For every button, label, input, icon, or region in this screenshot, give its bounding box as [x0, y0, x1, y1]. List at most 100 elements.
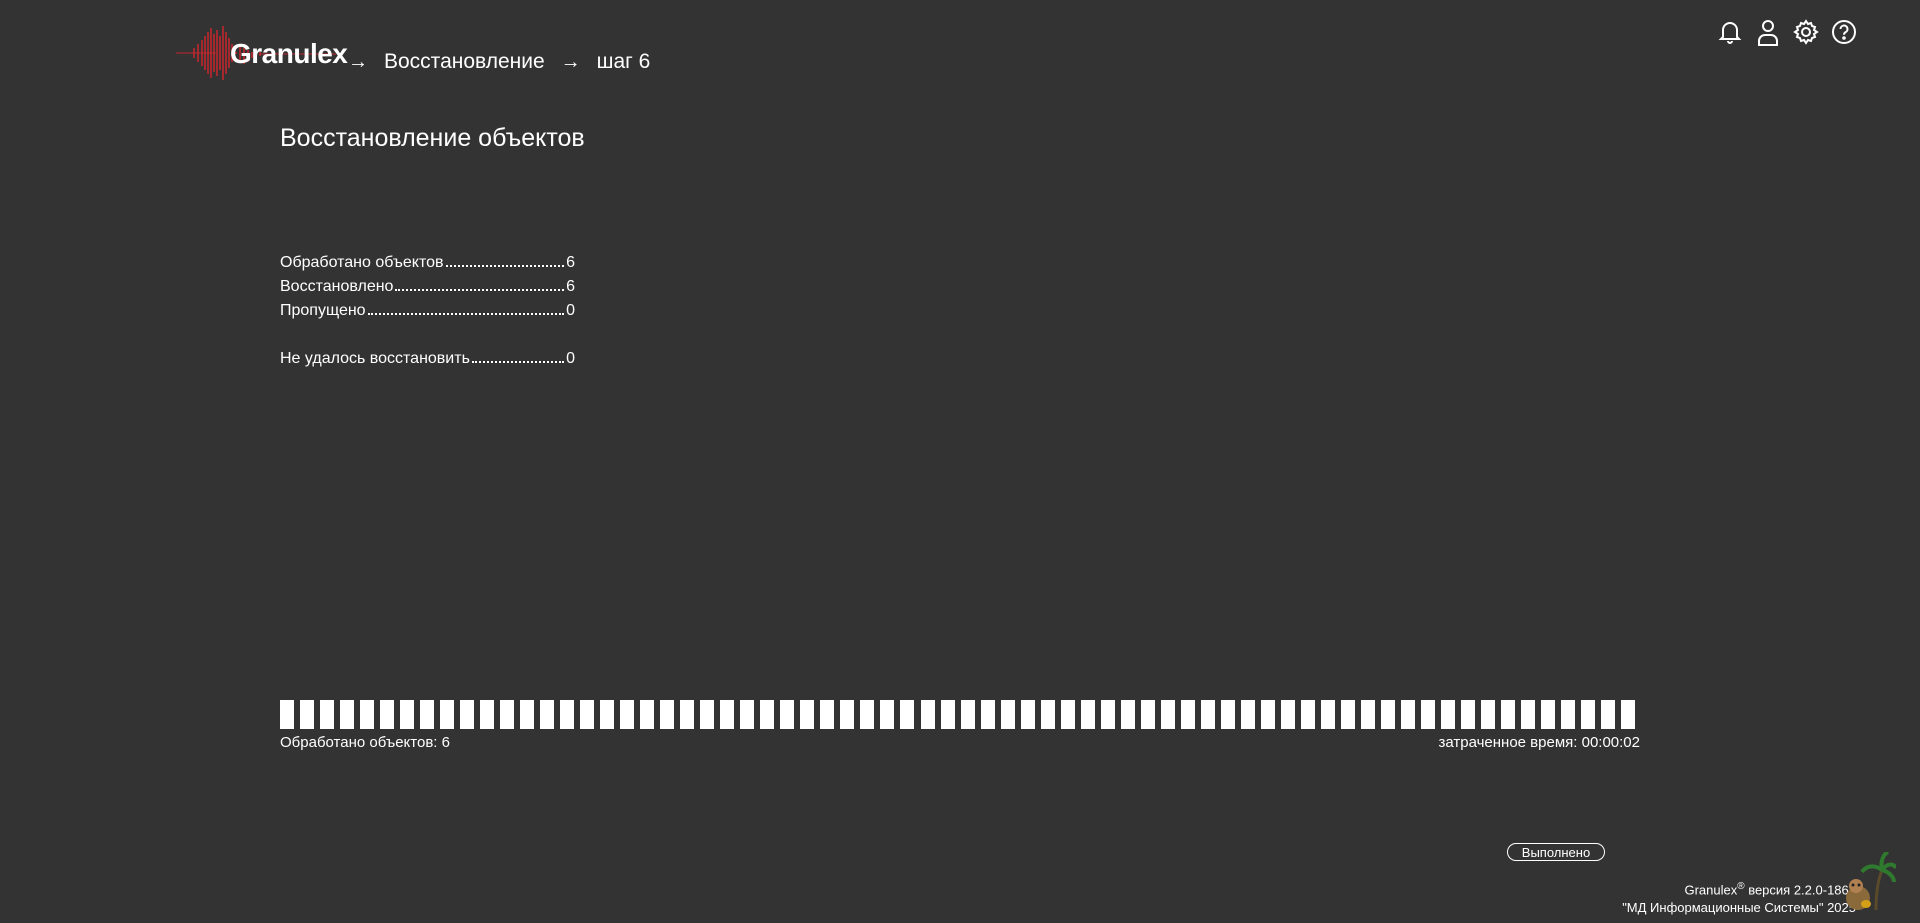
progress-segment — [1581, 700, 1596, 729]
done-button[interactable]: Выполнено — [1507, 843, 1605, 861]
progress-segment — [700, 700, 715, 729]
progress-segment — [680, 700, 695, 729]
progress-segment — [1260, 700, 1275, 729]
progress-segment — [820, 700, 835, 729]
bell-icon[interactable] — [1716, 18, 1744, 46]
progress-segment — [1060, 700, 1075, 729]
progress-segment — [880, 700, 895, 729]
progress-segment — [1120, 700, 1135, 729]
stat-label: Пропущено — [280, 302, 366, 319]
dot-leader — [367, 312, 565, 315]
progress-segment — [940, 700, 955, 729]
progress-segment — [1520, 700, 1535, 729]
app-header: Granulex → Восстановление → шаг 6 — [0, 0, 1920, 90]
progress-segment — [900, 700, 915, 729]
gear-icon[interactable] — [1792, 18, 1820, 46]
progress-segment — [920, 700, 935, 729]
progress-segment — [640, 700, 655, 729]
progress-segment — [480, 700, 495, 729]
progress-segment — [1380, 700, 1395, 729]
progress-segment — [580, 700, 595, 729]
progress-segment — [1220, 700, 1235, 729]
progress-segment — [400, 700, 415, 729]
progress-segment — [1400, 700, 1415, 729]
progress-segment — [740, 700, 755, 729]
progress-segment — [1300, 700, 1315, 729]
progress-segment — [1360, 700, 1375, 729]
breadcrumb: → Восстановление → шаг 6 — [348, 50, 666, 74]
stat-label: Обработано объектов — [280, 254, 444, 271]
progress-segment — [800, 700, 815, 729]
progress-segment — [340, 700, 355, 729]
stat-restored: Восстановлено 6 — [280, 278, 575, 302]
page-title: Восстановление объектов — [280, 124, 585, 152]
progress-segment — [1080, 700, 1095, 729]
progress-segment — [1561, 700, 1575, 729]
progress-segment — [1500, 700, 1515, 729]
toolbar-icons — [1716, 18, 1858, 46]
dot-leader — [395, 288, 565, 291]
progress-segment — [420, 700, 435, 729]
elapsed-time: затраченное время: 00:00:02 — [1438, 734, 1640, 751]
progress-segment — [1480, 700, 1495, 729]
stat-label: Не удалось восстановить — [280, 350, 470, 367]
progress-segment — [500, 700, 515, 729]
progress-segment — [460, 700, 475, 729]
progress-segment — [760, 700, 775, 729]
progress-segment — [1340, 700, 1355, 729]
help-icon[interactable] — [1830, 18, 1858, 46]
progress-segment — [380, 700, 395, 729]
progress-segment — [780, 700, 795, 729]
progress-segment — [1540, 700, 1555, 729]
dot-leader — [471, 360, 565, 363]
logo-text: Granulex — [230, 38, 348, 69]
breadcrumb-item-restore[interactable]: Восстановление — [384, 50, 545, 74]
progress-segment — [1280, 700, 1295, 729]
stat-value: 6 — [566, 278, 575, 295]
progress-segment — [1320, 700, 1335, 729]
progress-segment — [1040, 700, 1055, 729]
progress-segment — [1460, 700, 1475, 729]
progress-segment — [1240, 700, 1255, 729]
progress-segment — [600, 700, 615, 729]
progress-segment — [300, 700, 315, 729]
progress-segment — [1140, 700, 1155, 729]
progress-segment — [980, 700, 995, 729]
progress-segment — [560, 700, 575, 729]
progress-segment — [320, 700, 335, 729]
footer: Granulex® версия 2.2.0-1863 "МД Информац… — [1622, 878, 1856, 917]
progress-segment — [1180, 700, 1195, 729]
granulex-logo[interactable]: Granulex — [176, 26, 348, 80]
progress-segment — [860, 700, 875, 729]
stat-value: 0 — [566, 302, 575, 319]
stat-value: 0 — [566, 350, 575, 367]
progress-segment — [360, 700, 375, 729]
progress-segment — [720, 700, 735, 729]
progress-segment — [1160, 700, 1175, 729]
progress-segment — [1200, 700, 1215, 729]
progress-segment — [960, 700, 975, 729]
company-line: "МД Информационные Системы" 2025 — [1622, 900, 1856, 916]
footer-brand: Granulex — [1684, 882, 1738, 898]
stat-failed: Не удалось восстановить 0 — [280, 350, 575, 374]
progress-segment — [1000, 700, 1015, 729]
stats-summary: Обработано объектов 6 Восстановлено 6 Пр… — [280, 254, 575, 374]
progress-segment — [440, 700, 455, 729]
progress-segment — [1601, 700, 1616, 729]
progress-segment — [540, 700, 555, 729]
progress-segment — [1020, 700, 1035, 729]
registered-mark: ® — [1737, 881, 1745, 892]
stat-value: 6 — [566, 254, 575, 271]
arrow-right-icon: → — [348, 50, 368, 73]
progress-segment — [620, 700, 635, 729]
stat-skipped: Пропущено 0 — [280, 302, 575, 326]
dot-leader — [445, 264, 565, 267]
user-icon[interactable] — [1754, 18, 1782, 46]
stat-label: Восстановлено — [280, 278, 394, 295]
progress-segment — [1420, 700, 1435, 729]
progress-segment — [840, 700, 855, 729]
progress-segment — [1621, 700, 1636, 729]
progress-segment — [520, 700, 535, 729]
mascot-image — [1836, 850, 1898, 912]
arrow-right-icon: → — [560, 50, 581, 73]
